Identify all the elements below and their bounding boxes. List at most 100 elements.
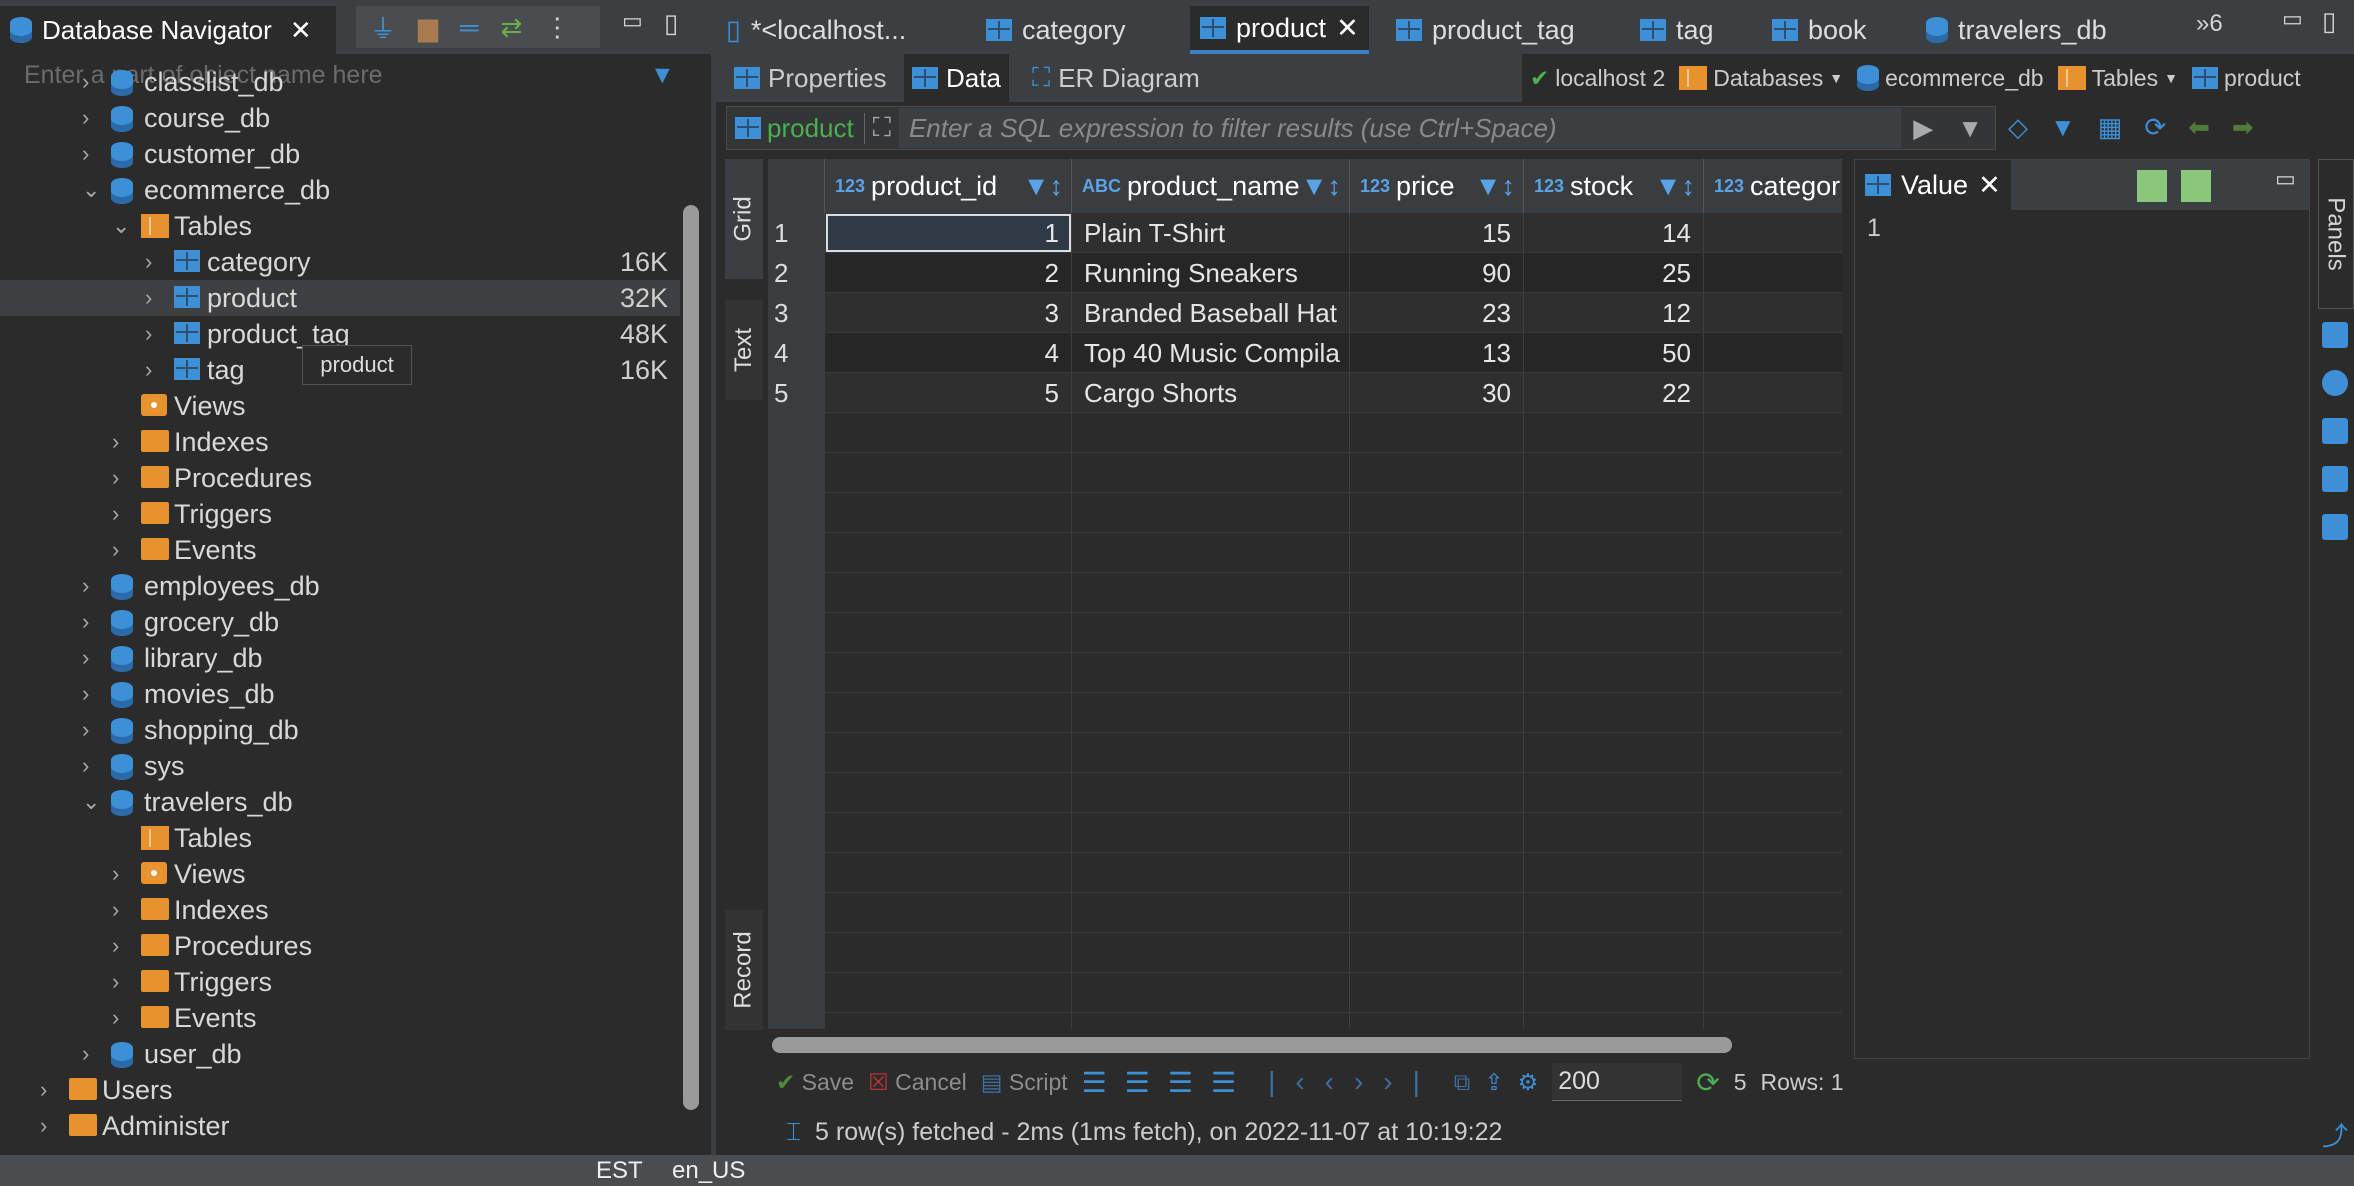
row-number[interactable] [768, 733, 825, 773]
table-cell[interactable] [825, 1013, 1072, 1029]
table-cell[interactable] [1704, 413, 1842, 453]
tree-item[interactable]: ⌄ travelers_db [0, 784, 680, 820]
tree-item[interactable]: › movies_db [0, 676, 680, 712]
breadcrumb-item[interactable]: ecommerce_db [1885, 65, 2044, 92]
export-icon[interactable]: ⇪ [1484, 1069, 1503, 1096]
table-cell[interactable] [825, 733, 1072, 773]
row-edit-icons[interactable]: ☰☰☰☰ [1082, 1066, 1254, 1099]
tree-item[interactable]: Tables [0, 820, 680, 856]
table-cell[interactable] [1350, 893, 1524, 933]
chevron-icon[interactable]: › [112, 429, 132, 455]
table-cell[interactable]: Top 40 Music Compila [1072, 333, 1350, 373]
tab-properties[interactable]: Properties [726, 54, 895, 102]
editor-tab[interactable]: product_tag [1386, 6, 1585, 54]
breadcrumb-item[interactable]: product [2224, 65, 2301, 92]
script-button[interactable]: ▤ Script [981, 1069, 1068, 1096]
new-folder-icon[interactable]: ▆ [418, 12, 438, 43]
table-row[interactable] [768, 933, 1842, 973]
tree-item[interactable]: › employees_db [0, 568, 680, 604]
table-cell[interactable] [1350, 733, 1524, 773]
minimize-icon[interactable]: ▭ [2275, 166, 2296, 192]
tree-item[interactable]: › course_db [0, 100, 680, 136]
table-cell[interactable] [1072, 973, 1350, 1013]
filter-sort-icon[interactable]: ▼↕ [1475, 171, 1515, 202]
row-number[interactable] [768, 573, 825, 613]
table-row[interactable]: 1 1 Plain T-Shirt 15 14 [768, 213, 1842, 253]
table-cell[interactable]: 15 [1350, 213, 1524, 253]
tree-item[interactable]: › classlist_db [0, 64, 680, 100]
apply-filter-icon[interactable]: ▶ [1901, 113, 1945, 144]
chevron-icon[interactable]: › [40, 1077, 60, 1103]
refresh-icon[interactable]: ⟳ [2144, 112, 2166, 143]
chevron-icon[interactable]: ⌄ [82, 177, 102, 203]
table-cell[interactable] [1524, 653, 1704, 693]
refresh-icon[interactable]: ⟳ [1696, 1066, 1719, 1099]
navigator-scrollbar[interactable] [683, 205, 699, 1110]
row-number[interactable]: 2 [768, 253, 825, 293]
row-number[interactable] [768, 813, 825, 853]
table-cell[interactable] [1072, 853, 1350, 893]
sql-filter-input[interactable]: Enter a SQL expression to filter results… [898, 108, 1902, 148]
table-cell[interactable] [825, 413, 1072, 453]
close-icon[interactable]: ✕ [1978, 170, 2001, 201]
settings-icon[interactable]: ⚙ [1518, 1069, 1539, 1096]
tree-item[interactable]: › Events [0, 532, 680, 568]
row-number[interactable]: 5 [768, 373, 825, 413]
table-cell[interactable] [825, 933, 1072, 973]
tree-item[interactable]: › user_db [0, 1036, 680, 1072]
table-cell[interactable] [1704, 733, 1842, 773]
chevron-icon[interactable]: › [82, 753, 102, 779]
table-cell[interactable]: 2 [825, 253, 1072, 293]
tree-item[interactable]: › library_db [0, 640, 680, 676]
table-cell[interactable] [1072, 413, 1350, 453]
table-cell[interactable] [1704, 373, 1842, 413]
value-content[interactable]: 1 [1867, 214, 1881, 243]
table-cell[interactable] [1072, 813, 1350, 853]
splitter[interactable] [711, 0, 716, 1155]
column-header[interactable]: ABC product_name ▼↕ [1072, 159, 1350, 213]
table-cell[interactable]: Running Sneakers [1072, 253, 1350, 293]
side-tab-grid[interactable]: Grid [725, 159, 763, 279]
tree-item[interactable]: › Users [0, 1072, 680, 1108]
table-row[interactable]: 4 4 Top 40 Music Compila 13 50 [768, 333, 1842, 373]
table-cell[interactable] [1072, 933, 1350, 973]
table-cell[interactable] [1704, 693, 1842, 733]
table-row[interactable] [768, 573, 1842, 613]
table-row[interactable] [768, 893, 1842, 933]
tree-item[interactable]: › Events [0, 1000, 680, 1036]
editor-tab[interactable]: travelers_db [1916, 6, 2117, 54]
filter-sort-icon[interactable]: ▼↕ [1301, 171, 1341, 202]
tree-item[interactable]: › product 32K [0, 280, 680, 316]
tree-item[interactable]: › Procedures [0, 460, 680, 496]
table-cell[interactable] [1524, 413, 1704, 453]
breadcrumb-item[interactable]: Tables [2092, 65, 2158, 92]
table-cell[interactable] [1072, 1013, 1350, 1029]
table-cell[interactable] [825, 773, 1072, 813]
row-number[interactable] [768, 453, 825, 493]
table-cell[interactable] [1072, 613, 1350, 653]
tree-item[interactable]: › Administer [0, 1108, 680, 1144]
tree-item[interactable]: › Triggers [0, 964, 680, 1000]
table-row[interactable] [768, 533, 1842, 573]
table-cell[interactable]: Cargo Shorts [1072, 373, 1350, 413]
tree-item[interactable]: › Views [0, 856, 680, 892]
row-number[interactable] [768, 653, 825, 693]
editor-tab[interactable]: product ✕ [1190, 6, 1369, 54]
chevron-icon[interactable]: › [82, 681, 102, 707]
metadata-icon[interactable] [2322, 370, 2348, 396]
table-cell[interactable] [1350, 453, 1524, 493]
chevron-icon[interactable]: › [145, 357, 165, 383]
chevron-icon[interactable]: › [112, 861, 132, 887]
table-cell[interactable] [825, 453, 1072, 493]
table-cell[interactable] [825, 493, 1072, 533]
table-cell[interactable]: 50 [1524, 333, 1704, 373]
maximize-icon[interactable]: ▯ [2322, 6, 2336, 37]
cancel-button[interactable]: ☒ Cancel [868, 1069, 967, 1096]
table-cell[interactable] [1350, 1013, 1524, 1029]
table-row[interactable] [768, 493, 1842, 533]
table-cell[interactable] [1704, 333, 1842, 373]
row-number[interactable]: 4 [768, 333, 825, 373]
filter-sort-icon[interactable]: ▼↕ [1023, 171, 1063, 202]
maximize-icon[interactable]: ▯ [664, 8, 678, 39]
table-cell[interactable] [1704, 253, 1842, 293]
